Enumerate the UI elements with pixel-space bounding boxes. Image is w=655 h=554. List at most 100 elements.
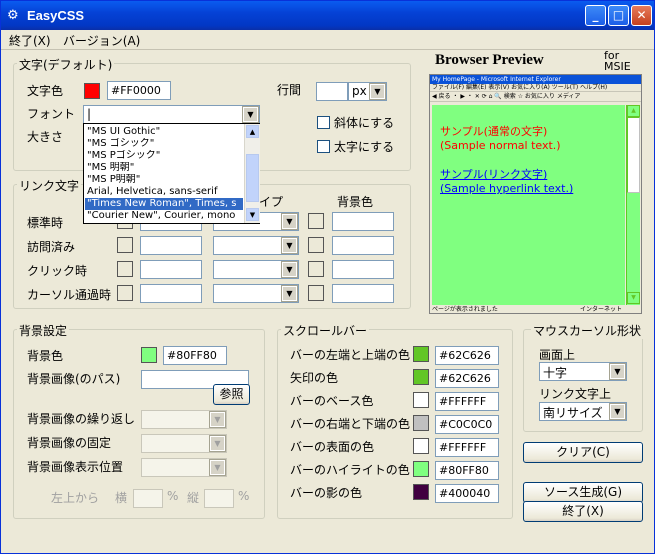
link-bg-input[interactable] [332, 260, 394, 279]
chevron-down-icon[interactable]: ▼ [609, 363, 626, 380]
link-style-select[interactable]: ▼ [213, 236, 299, 255]
scrollbar-color-input[interactable]: #62C626 [435, 346, 499, 365]
link-color-swatch[interactable] [117, 237, 133, 253]
scrollbar-color-swatch[interactable] [413, 369, 429, 385]
scroll-up-icon[interactable]: ▲ [627, 105, 640, 117]
preview-normal-text-jp: サンプル(通常の文字) [440, 125, 548, 138]
link-bg-input[interactable] [332, 212, 394, 231]
chevron-down-icon[interactable]: ▼ [281, 261, 298, 278]
link-bg-swatch[interactable] [308, 213, 324, 229]
bg-fixed-select[interactable]: ▼ [141, 434, 227, 453]
scrollbar-color-input[interactable]: #FFFFFF [435, 438, 499, 457]
vert-input[interactable] [204, 489, 234, 508]
menu-version[interactable]: バージョン(A) [63, 32, 140, 49]
cursor-screen-select[interactable]: 十字 ▼ [539, 362, 627, 381]
cursor-link-select[interactable]: 南リサイズ ▼ [539, 402, 627, 421]
chevron-down-icon[interactable]: ▼ [369, 83, 386, 100]
link-style-select[interactable]: ▼ [213, 284, 299, 303]
bg-color-swatch[interactable] [141, 347, 157, 363]
preview-link-text[interactable]: サンプル(リンク文字) (Sample hyperlink text.) [440, 168, 573, 196]
font-dropdown-list[interactable]: "MS UI Gothic" "MS ゴシック" "MS Pゴシック" "MS 明朝"… [83, 123, 260, 224]
link-color-input[interactable] [140, 236, 202, 255]
preview-link-text-en: (Sample hyperlink text.) [440, 182, 574, 195]
minimize-button[interactable]: _ [585, 5, 606, 26]
chevron-down-icon[interactable]: ▼ [209, 435, 226, 452]
scrollbar-color-input[interactable]: #C0C0C0 [435, 415, 499, 434]
scroll-down-icon[interactable]: ▼ [246, 208, 259, 221]
scrollbar-color-swatch[interactable] [413, 438, 429, 454]
link-bg-swatch[interactable] [308, 261, 324, 277]
font-option[interactable]: "MS 明朝" [85, 162, 243, 174]
horiz-input[interactable] [133, 489, 163, 508]
link-color-input[interactable] [140, 260, 202, 279]
chevron-down-icon[interactable]: ▼ [209, 459, 226, 476]
link-style-select[interactable]: ▼ [213, 260, 299, 279]
scrollbar-color-input[interactable]: #400040 [435, 484, 499, 503]
chevron-down-icon[interactable]: ▼ [609, 403, 626, 420]
generate-source-button[interactable]: ソース生成(G) [523, 482, 643, 503]
quit-button[interactable]: 終了(X) [523, 501, 643, 522]
bg-position-select[interactable]: ▼ [141, 458, 227, 477]
scrollbar-legend: スクロールバー [281, 322, 370, 339]
scrollbar-color-swatch[interactable] [413, 346, 429, 362]
bold-checkbox[interactable] [317, 140, 330, 153]
link-bg-swatch[interactable] [308, 237, 324, 253]
scrollbar-color-swatch[interactable] [413, 415, 429, 431]
font-option[interactable]: "Courier New", Courier, mono [85, 210, 243, 222]
text-color-input[interactable]: #FF0000 [107, 81, 171, 100]
font-option[interactable]: "MS UI Gothic" [85, 126, 243, 138]
link-color-swatch[interactable] [117, 261, 133, 277]
text-color-swatch[interactable] [84, 83, 100, 99]
browse-button[interactable]: 参照 [213, 384, 250, 405]
line-height-input[interactable] [316, 82, 348, 101]
chevron-down-icon[interactable]: ▼ [281, 213, 298, 230]
close-button[interactable]: ✕ [631, 5, 652, 26]
scrollbar-color-swatch[interactable] [413, 392, 429, 408]
scroll-down-icon[interactable]: ▼ [627, 292, 640, 304]
scroll-thumb[interactable] [246, 154, 259, 202]
link-bg-input[interactable] [332, 284, 394, 303]
scrollbar-color-input[interactable]: #FFFFFF [435, 392, 499, 411]
chevron-down-icon[interactable]: ▼ [281, 237, 298, 254]
title-bar[interactable]: ⚙ EasyCSS _ □ ✕ [1, 1, 654, 30]
font-option[interactable]: Arial, Helvetica, sans-serif [85, 186, 243, 198]
font-option[interactable]: "MS ゴシック" [85, 138, 243, 150]
preview-title: Browser Preview [435, 52, 544, 68]
scrollbar-color-swatch[interactable] [413, 461, 429, 477]
ie-status-left: ページが表示されました [432, 306, 498, 313]
bg-repeat-select[interactable]: ▼ [141, 410, 227, 429]
font-option[interactable]: "MS Pゴシック" [85, 150, 243, 162]
menu-quit[interactable]: 終了(X) [9, 32, 51, 49]
cursor-legend: マウスカーソル形状 [531, 322, 644, 339]
scrollbar-color-input[interactable]: #62C626 [435, 369, 499, 388]
bg-color-input[interactable]: #80FF80 [163, 346, 227, 365]
scroll-up-icon[interactable]: ▲ [246, 125, 259, 138]
chevron-down-icon[interactable]: ▼ [242, 106, 259, 123]
bg-fixed-label: 背景画像の固定 [27, 436, 112, 450]
vert-label: 縦 [187, 491, 200, 505]
font-option[interactable]: "MS P明朝" [85, 174, 243, 186]
preview-normal-text-en: (Sample normal text.) [440, 139, 561, 152]
link-color-swatch[interactable] [117, 285, 133, 301]
link-bg-swatch[interactable] [308, 285, 324, 301]
scroll-thumb[interactable] [627, 117, 640, 193]
window-title: EasyCSS [27, 8, 85, 23]
scrollbar-color-swatch[interactable] [413, 484, 429, 500]
chevron-down-icon[interactable]: ▼ [209, 411, 226, 428]
scrollbar-color-input[interactable]: #80FF80 [435, 461, 499, 480]
italic-checkbox[interactable] [317, 116, 330, 129]
line-unit-select[interactable]: px ▼ [348, 82, 387, 101]
font-select[interactable]: | ▼ [83, 105, 260, 124]
from-top-left-label: 左上から [51, 491, 100, 505]
link-color-input[interactable] [140, 284, 202, 303]
preview-scrollbar[interactable]: ▲ ▼ [626, 105, 640, 305]
chevron-down-icon[interactable]: ▼ [281, 285, 298, 302]
clear-button[interactable]: クリア(C) [523, 442, 643, 463]
font-option[interactable]: "Times New Roman", Times, s [85, 198, 243, 210]
bg-position-label: 背景画像表示位置 [27, 460, 124, 474]
line-unit-value: px [352, 84, 367, 98]
link-bg-input[interactable] [332, 236, 394, 255]
maximize-button[interactable]: □ [608, 5, 629, 26]
font-dropdown-scrollbar[interactable]: ▲ ▼ [244, 124, 260, 223]
main-window: ⚙ EasyCSS _ □ ✕ 終了(X) バージョン(A) 文字(デフォルト)… [0, 0, 655, 554]
